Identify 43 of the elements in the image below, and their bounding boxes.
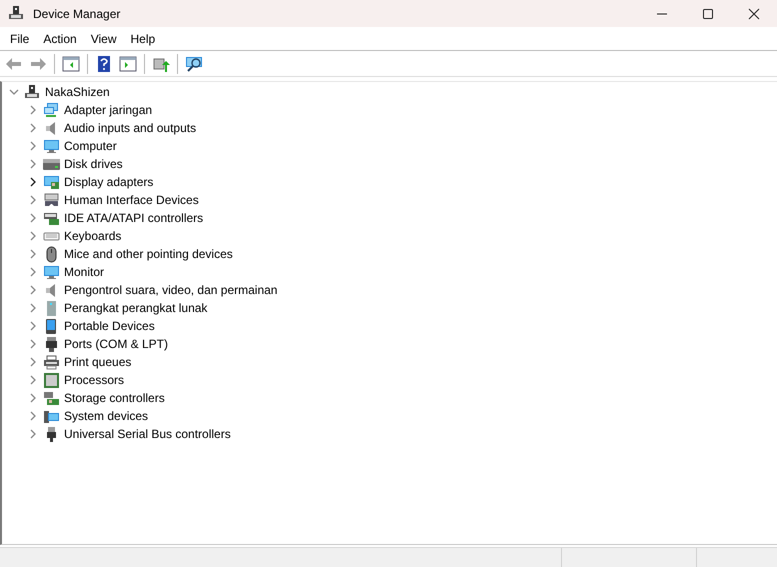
processor-icon — [43, 372, 60, 388]
tree-item[interactable]: Processors — [63, 371, 126, 389]
printer-icon — [43, 354, 60, 370]
tree-item[interactable]: Computer — [63, 137, 118, 155]
menu-item[interactable]: Help — [124, 28, 162, 50]
port-icon — [43, 336, 60, 352]
tree-item[interactable]: NakaShizen — [44, 83, 111, 101]
tree-item[interactable]: Universal Serial Bus controllers — [63, 425, 232, 443]
display-adapter-icon — [43, 174, 60, 190]
storage-controller-icon — [43, 390, 60, 406]
menu-item[interactable]: File — [3, 28, 36, 50]
tree-item[interactable]: Perangkat perangkat lunak — [63, 299, 208, 317]
tree-item[interactable]: Display adapters — [63, 173, 154, 191]
monitor-icon — [43, 138, 60, 154]
scan-hardware-icon — [185, 54, 203, 72]
network-icon — [43, 102, 60, 118]
computer-icon — [24, 84, 41, 100]
tree-item[interactable]: Human Interface Devices — [63, 191, 200, 209]
help-icon — [95, 54, 113, 72]
tree-item[interactable]: Pengontrol suara, video, dan permainan — [63, 281, 278, 299]
action-pane-button[interactable] — [117, 54, 139, 74]
console-tree-icon — [62, 54, 80, 72]
tree-item[interactable]: Mice and other pointing devices — [63, 245, 234, 263]
tree-item[interactable]: Disk drives — [63, 155, 124, 173]
tree-item[interactable]: Portable Devices — [63, 317, 156, 335]
tree-item[interactable]: Monitor — [63, 263, 106, 281]
app-icon — [8, 5, 25, 22]
menu-item[interactable]: Action — [36, 28, 84, 50]
maximize-icon — [702, 8, 714, 20]
close-icon — [748, 8, 760, 20]
tree-item[interactable]: IDE ATA/ATAPI controllers — [63, 209, 204, 227]
tree-item[interactable]: Adapter jaringan — [63, 101, 154, 119]
window-title: Device Manager — [33, 6, 120, 22]
tree-item[interactable]: Ports (COM & LPT) — [63, 335, 170, 353]
console-tree-button[interactable] — [60, 54, 82, 74]
monitor-icon — [43, 264, 60, 280]
tree-item[interactable]: Audio inputs and outputs — [63, 119, 198, 137]
tree-item[interactable]: Storage controllers — [63, 389, 166, 407]
tree-item[interactable]: Keyboards — [63, 227, 122, 245]
tree-item[interactable]: Print queues — [63, 353, 132, 371]
menu-item[interactable]: View — [84, 28, 124, 50]
tree-item[interactable]: System devices — [63, 407, 150, 425]
action-pane-icon — [119, 54, 137, 72]
